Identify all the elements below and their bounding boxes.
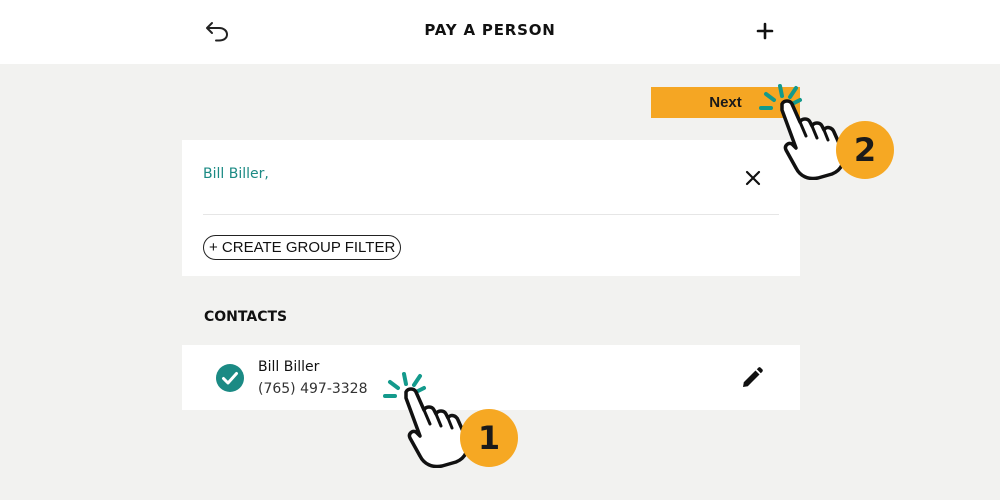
step-1-badge: 1: [460, 409, 518, 467]
divider: [203, 214, 779, 215]
contacts-heading: CONTACTS: [204, 309, 288, 325]
step-2-badge: 2: [836, 121, 894, 179]
plus-icon: [756, 22, 774, 40]
edit-contact-button[interactable]: [740, 366, 764, 390]
selected-recipient-text: Bill Biller,: [203, 166, 269, 182]
contact-name: Bill Biller: [258, 359, 320, 375]
add-button[interactable]: [752, 18, 778, 44]
page-title: PAY A PERSON: [424, 21, 556, 39]
create-group-filter-button[interactable]: + CREATE GROUP FILTER: [203, 235, 402, 260]
top-bar: PAY A PERSON: [0, 0, 1000, 64]
contact-phone: (765) 497-3328: [258, 381, 368, 397]
pencil-icon: [743, 367, 763, 387]
recipient-card: Bill Biller, + CREATE GROUP FILTER: [182, 140, 800, 276]
contact-row[interactable]: Bill Biller (765) 497-3328: [182, 345, 800, 410]
checkmark-circle-icon[interactable]: [216, 364, 244, 392]
